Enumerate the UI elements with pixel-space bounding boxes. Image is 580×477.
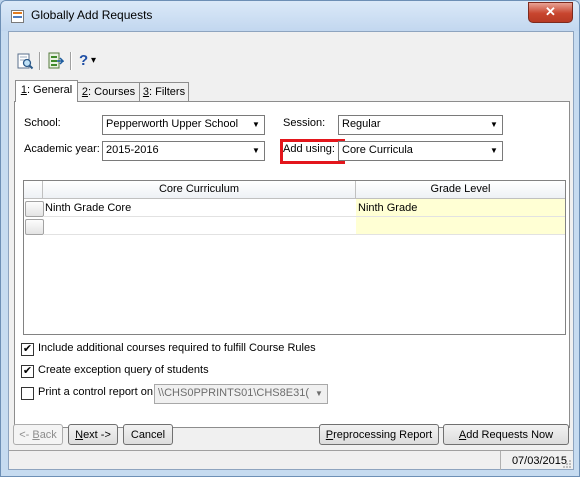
tab-general[interactable]: 1: General: [15, 80, 78, 102]
toolbar: ? ▾: [9, 32, 573, 70]
grade-level-cell[interactable]: Ninth Grade: [356, 199, 565, 217]
back-button: <- Back: [13, 424, 63, 445]
control-report-label: Print a control report on: [38, 386, 153, 398]
row-selector[interactable]: [25, 219, 44, 235]
chevron-down-icon[interactable]: ▾: [91, 55, 96, 66]
chevron-down-icon: ▼: [315, 389, 323, 398]
app-icon: [11, 10, 24, 23]
dialog-client: ? ▾ 1: General 2: Courses 3: Filters Sch…: [8, 31, 574, 470]
title-bar[interactable]: Globally Add Requests ✕: [1, 1, 579, 31]
table-row[interactable]: [43, 217, 356, 235]
chevron-down-icon: ▼: [252, 120, 260, 129]
tab-courses[interactable]: 2: Courses: [77, 82, 140, 101]
academic-year-value: 2015-2016: [106, 144, 159, 156]
tab-filters[interactable]: 3: Filters: [139, 82, 189, 101]
exception-query-checkbox[interactable]: ✔: [21, 365, 34, 378]
session-value: Regular: [342, 118, 381, 130]
chevron-down-icon: ▼: [490, 146, 498, 155]
add-using-select[interactable]: Core Curricula ▼: [338, 141, 503, 161]
academic-year-select[interactable]: 2015-2016 ▼: [102, 141, 265, 161]
column-header-core-curriculum[interactable]: Core Curriculum: [43, 181, 356, 199]
printer-select: \\CHS0PPRINTS01\CHS8E31( ▼: [154, 384, 328, 404]
row-selector[interactable]: [25, 201, 44, 217]
cancel-button[interactable]: Cancel: [123, 424, 173, 445]
include-courses-label: Include additional courses required to f…: [38, 342, 316, 354]
general-tab-panel: School: Pepperworth Upper School ▼ Sessi…: [14, 101, 570, 428]
grid-corner: [24, 181, 43, 199]
toolbar-separator: [70, 52, 72, 70]
close-button[interactable]: ✕: [528, 2, 573, 23]
status-divider: [500, 451, 501, 470]
help-glyph: ?: [79, 52, 89, 69]
core-curriculum-cell: Ninth Grade Core: [45, 202, 132, 214]
status-bar: 07/03/2015: [9, 450, 573, 470]
preview-icon[interactable]: [16, 52, 34, 70]
printer-value: \\CHS0PPRINTS01\CHS8E31(: [158, 387, 309, 399]
resize-grip-icon[interactable]: [562, 459, 572, 469]
window-title: Globally Add Requests: [31, 8, 153, 22]
session-label: Session:: [283, 117, 326, 129]
chevron-down-icon: ▼: [252, 146, 260, 155]
dialog-window: Globally Add Requests ✕ ? ▾ 1: General 2…: [0, 0, 580, 477]
school-label: School:: [24, 117, 61, 129]
exception-query-label: Create exception query of students: [38, 364, 209, 376]
include-courses-checkbox[interactable]: ✔: [21, 343, 34, 356]
academic-year-label: Academic year:: [24, 143, 100, 155]
next-button[interactable]: Next ->: [68, 424, 118, 445]
status-date: 07/03/2015: [511, 455, 567, 467]
school-select[interactable]: Pepperworth Upper School ▼: [102, 115, 265, 135]
export-icon[interactable]: [46, 52, 65, 70]
add-using-value: Core Curricula: [342, 144, 413, 156]
chevron-down-icon: ▼: [490, 120, 498, 129]
preprocessing-report-button[interactable]: Preprocessing Report: [319, 424, 439, 445]
grade-level-cell[interactable]: [356, 217, 565, 235]
column-header-grade-level[interactable]: Grade Level: [356, 181, 565, 199]
toolbar-separator: [39, 52, 41, 70]
school-value: Pepperworth Upper School: [106, 118, 239, 130]
curriculum-grid: Core Curriculum Grade Level Ninth Grade …: [23, 180, 566, 335]
highlight-box: [280, 139, 345, 164]
help-icon[interactable]: ? ▾: [76, 52, 102, 70]
session-select[interactable]: Regular ▼: [338, 115, 503, 135]
add-requests-now-button[interactable]: Add Requests Now: [443, 424, 569, 445]
table-row[interactable]: Ninth Grade Core: [43, 199, 356, 217]
control-report-checkbox[interactable]: [21, 387, 34, 400]
